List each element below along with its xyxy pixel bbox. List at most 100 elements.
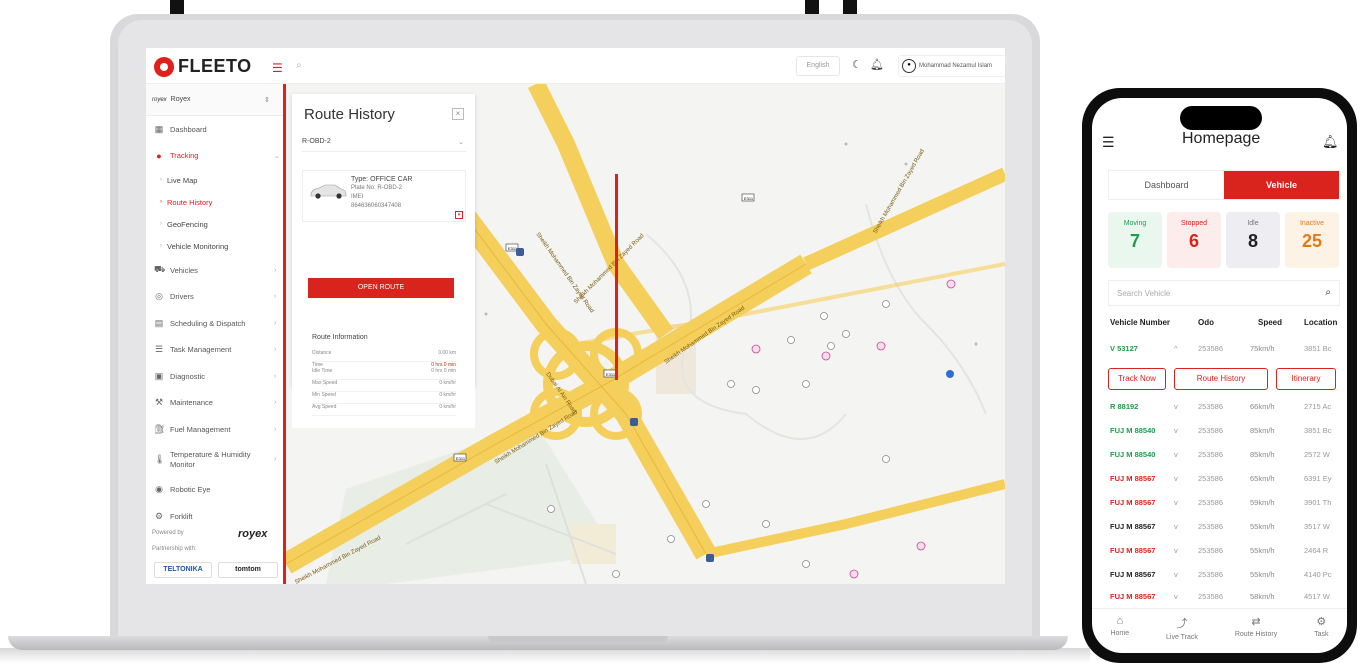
dark-mode-icon[interactable]: ☾ (852, 58, 862, 71)
poi-icon (820, 312, 828, 320)
panel-scrollbar[interactable] (615, 174, 618, 380)
nav-task[interactable]: ⚙ Task (1314, 615, 1328, 653)
chevron-right-icon: › (274, 346, 277, 354)
sidebar-item-vehicles[interactable]: ⛟ Vehicles › (146, 257, 283, 284)
sidebar-item-drivers[interactable]: ◎ Drivers › (146, 284, 283, 311)
tab-dashboard[interactable]: Dashboard (1109, 171, 1224, 199)
table-row[interactable]: FUJ M 88567 v 253586 55km/h 2464 R (1110, 546, 1347, 558)
route-info-row: Max Speed 0 km/hr (312, 380, 456, 392)
vehicle-plate: Plate No: R-OBD-2 (351, 185, 403, 191)
poi-icon (821, 351, 831, 361)
expand-icon[interactable]: ▾ (455, 211, 463, 219)
user-menu[interactable]: ● Mohammad Nezamul Islam (898, 55, 1005, 77)
nav-live-track[interactable]: ⤴ Live Track (1166, 615, 1198, 653)
partnership-label: Partnership with: (152, 546, 197, 552)
search-input[interactable]: Search Vehicle ⌕ (1108, 280, 1340, 306)
nav-route-history[interactable]: ⇄ Route History (1235, 615, 1277, 653)
camera-icon: ◉ (155, 484, 163, 495)
chevron-right-icon: › (274, 425, 277, 433)
poi-icon (702, 500, 710, 508)
sidebar-item-robotic-eye[interactable]: ◉ Robotic Eye (146, 477, 283, 504)
bus-stop-icon[interactable] (516, 248, 524, 256)
sidebar-sub-route-history[interactable]: › Route History (146, 191, 283, 213)
stat-stopped[interactable]: Stopped 6 (1167, 212, 1221, 268)
poi-icon (827, 342, 835, 350)
forklift-icon: ⚙ (154, 510, 164, 521)
imei-label: IMEI (351, 194, 364, 200)
sidebar-item-diagnostic[interactable]: ▣ Diagnostic › (146, 363, 283, 390)
top-bar: FLEETO ☰ ⌕ English ☾ 🔔︎ ● Mohammad Nezam… (146, 48, 1005, 84)
tab-bar: Dashboard Vehicle (1108, 170, 1340, 200)
table-row[interactable]: FUJ M 88567 v 253586 55km/h 4140 Pc (1110, 570, 1347, 582)
sidebar-item-task-management[interactable]: ☰ Task Management › (146, 337, 283, 364)
sidebar-item-tracking[interactable]: ● Tracking ⌄ (146, 143, 283, 170)
laptop-notch (488, 636, 668, 642)
brand-name: FLEETO (178, 56, 252, 76)
phone-frame: ☰ Homepage 🔔︎ Dashboard Vehicle Moving 7 … (1082, 88, 1357, 663)
wrench-icon: ⚒ (154, 397, 164, 408)
table-row[interactable]: FUJ M 88567 v 253586 55km/h 3517 W (1110, 522, 1347, 534)
menu-toggle-icon[interactable]: ☰ (272, 61, 283, 75)
sidebar-item-forklift[interactable]: ⚙ Forklift (146, 503, 283, 530)
poi-icon (946, 370, 954, 378)
stat-idle[interactable]: Idle 8 (1226, 212, 1280, 268)
list-icon: ☰ (154, 344, 164, 355)
chevron-right-icon: › (274, 293, 277, 301)
sidebar-sub-geofencing[interactable]: › GeoFencing (146, 213, 283, 235)
language-select[interactable]: English (796, 56, 840, 76)
poi-icon (802, 380, 810, 388)
tab-vehicle[interactable]: Vehicle (1224, 171, 1339, 199)
notification-icon[interactable]: 🔔︎ (870, 58, 884, 71)
poi-icon (762, 520, 770, 528)
route-history-button[interactable]: Route History (1174, 368, 1268, 390)
thermometer-icon: 🌡︎ (154, 454, 166, 464)
table-row[interactable]: FUJ M 88540 v 253586 85km/h 3851 Bc (1110, 426, 1347, 438)
bus-stop-icon[interactable] (630, 418, 638, 426)
route-history-panel: Route History × R-OBD-2 ⌄ Type: OFFICE C… (292, 94, 618, 386)
sidebar-item-fuel[interactable]: ⛽︎ Fuel Management › (146, 416, 283, 443)
nav-home[interactable]: ⌂ Home (1110, 615, 1129, 653)
imei-value: 864636060347408 (351, 203, 402, 209)
logo-mark-icon (154, 56, 174, 77)
route-info-row: Distance 0.00 km (312, 350, 456, 362)
chevron-right-icon: › (274, 372, 277, 380)
table-header: Vehicle Number Odo Speed Location (1110, 318, 1338, 327)
bell-icon[interactable]: 🔔︎ (1322, 134, 1339, 150)
sidebar-item-dashboard[interactable]: ▦ Dashboard (146, 116, 283, 143)
history-icon: ⇄ (1251, 616, 1261, 628)
route-icon: ⤴ (1176, 618, 1188, 630)
table-row[interactable]: FUJ M 88540 v 253586 85km/h 2572 W (1110, 450, 1347, 462)
table-row[interactable]: FUJ M 88567 v 253586 58km/h 4517 W (1110, 592, 1347, 604)
track-now-button[interactable]: Track Now (1108, 368, 1166, 390)
chevron-right-icon: › (274, 456, 277, 463)
stat-moving[interactable]: Moving 7 (1108, 212, 1162, 268)
route-shield: E311 (741, 193, 755, 202)
table-row[interactable]: FUJ M 88567 v 253586 59km/h 3901 Th (1110, 498, 1347, 510)
search-icon[interactable]: ⌕ (296, 60, 302, 71)
table-row[interactable]: V 53127 ^ 253586 75km/h 3851 Bc (1110, 344, 1347, 356)
company-logo: royex (152, 96, 167, 103)
search-icon[interactable]: ⌕ (1325, 287, 1331, 298)
partner-logo-tomtom: tomtom (218, 562, 278, 578)
sidebar-item-temperature[interactable]: 🌡︎ Temperature & Humidity Monitor › (146, 443, 283, 477)
poi-icon (667, 535, 675, 543)
stat-inactive[interactable]: Inactive 25 (1285, 212, 1339, 268)
sidebar-sub-live-map[interactable]: › Live Map (146, 169, 283, 191)
menu-icon[interactable]: ☰ (1102, 134, 1115, 151)
sidebar-item-maintenance[interactable]: ⚒ Maintenance › (146, 390, 283, 417)
route-shield: E311 (453, 453, 467, 462)
table-row[interactable]: R 88192 v 253586 66km/h 2715 Ac (1110, 402, 1347, 414)
steering-icon: ◎ (155, 291, 163, 302)
close-icon[interactable]: × (452, 108, 464, 120)
company-switcher[interactable]: royex Royex ⇕ (146, 84, 283, 116)
open-route-button[interactable]: OPEN ROUTE (308, 278, 454, 298)
partner-logo-teltonika: TELTONIKA (154, 562, 212, 578)
sidebar-sub-vehicle-monitoring[interactable]: › Vehicle Monitoring (146, 235, 283, 257)
route-info-extended: Idle Time 0 hrs 0 min Max Speed 0 km/hr Mi… (292, 368, 475, 428)
sidebar-item-scheduling[interactable]: ▤ Scheduling & Dispatch › (146, 310, 283, 337)
user-name: Mohammad Nezamul Islam (919, 63, 993, 69)
bus-stop-icon[interactable] (706, 554, 714, 562)
table-row[interactable]: FUJ M 88567 v 253586 65km/h 6391 Ey (1110, 474, 1347, 486)
itinerary-button[interactable]: Itinerary (1276, 368, 1336, 390)
vehicle-select[interactable]: R-OBD-2 ⌄ (302, 134, 466, 152)
